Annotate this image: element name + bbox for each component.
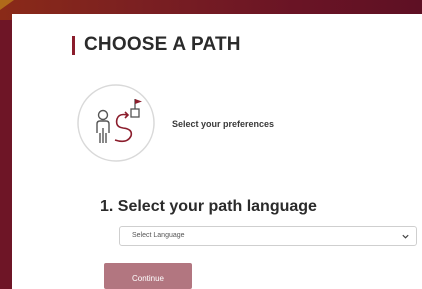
page-title: CHOOSE A PATH bbox=[84, 34, 241, 55]
chevron-down-icon bbox=[402, 234, 409, 239]
background-corner-accent bbox=[0, 0, 14, 10]
page-header: CHOOSE A PATH bbox=[72, 34, 241, 56]
title-accent-bar bbox=[72, 35, 75, 55]
main-card: CHOOSE A PATH Select your preferences 1.… bbox=[12, 14, 422, 289]
person-path-flag-icon bbox=[77, 84, 155, 162]
preferences-label: Select your preferences bbox=[172, 119, 275, 129]
language-select-value: Select Language bbox=[132, 232, 185, 239]
continue-button-label: Continue bbox=[131, 273, 165, 283]
continue-button[interactable]: Continue bbox=[104, 263, 192, 289]
language-select[interactable]: Select Language bbox=[119, 226, 417, 246]
language-section-heading: 1. Select your path language bbox=[100, 198, 317, 215]
